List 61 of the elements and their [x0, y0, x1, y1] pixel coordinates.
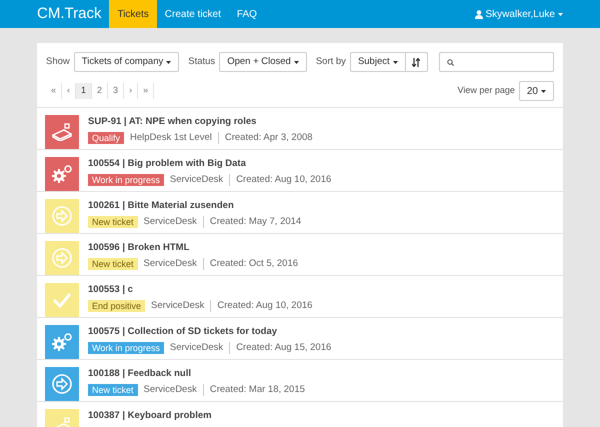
page-link[interactable]: 2	[92, 83, 108, 99]
ticket-title[interactable]: 100261 | Bitte Material zusenden	[88, 200, 302, 212]
per-page-dropdown[interactable]: 20	[518, 81, 554, 101]
gears-icon	[52, 333, 72, 351]
status-badge: Work in progress	[88, 342, 164, 354]
status-badge: New ticket	[88, 384, 138, 396]
created-date: Created: Oct 5, 2016	[208, 258, 298, 270]
created-date: Created: Mar 18, 2015	[208, 384, 305, 396]
search-field[interactable]	[439, 52, 554, 72]
created-date: Created: Apr 3, 2008	[224, 132, 313, 144]
caret-icon	[294, 60, 299, 64]
status-dropdown[interactable]: Open + Closed	[219, 52, 307, 72]
user-icon	[474, 10, 483, 18]
ticket-title[interactable]: 100596 | Broken HTML	[88, 242, 298, 254]
sort-label: Sort by	[316, 54, 346, 69]
page-link[interactable]: ›	[124, 83, 138, 99]
ticket-title[interactable]: 100575 | Collection of SD tickets for today	[88, 326, 332, 338]
ticket-title[interactable]: 100188 | Feedback null	[88, 368, 305, 380]
caret-icon	[541, 90, 546, 92]
created-date: Created: May 7, 2014	[208, 216, 302, 228]
group-name: ServiceDesk	[138, 258, 204, 270]
page-link[interactable]: 1	[76, 83, 92, 99]
gears-icon	[52, 165, 72, 183]
arrow-circle-icon	[52, 248, 72, 268]
group-name: HelpDesk 1st Level	[124, 132, 219, 144]
page-link[interactable]: 3	[108, 83, 124, 99]
checkmark-icon	[53, 292, 71, 308]
ticket-title[interactable]: 100553 | c	[88, 284, 312, 296]
status-badge: End positive	[88, 300, 146, 312]
group-name: ServiceDesk	[164, 342, 230, 354]
sort-arrows-icon	[412, 58, 420, 66]
status-badge: New ticket	[88, 216, 138, 228]
arrow-circle-icon	[52, 374, 72, 394]
status-label: Status	[188, 54, 216, 69]
group-name: ServiceDesk	[164, 174, 230, 186]
group-name: ServiceDesk	[138, 216, 204, 228]
show-dropdown[interactable]: Tickets of company	[74, 52, 180, 72]
ticket-title[interactable]: 100554 | Big problem with Big Data	[88, 158, 332, 170]
arrow-circle-icon	[52, 206, 72, 226]
nav-tab[interactable]: Tickets	[109, 0, 157, 28]
created-date: Created: Aug 10, 2016	[235, 174, 332, 186]
ticket-title[interactable]: 100387 | Keyboard problem	[88, 410, 212, 422]
status-badge: Work in progress	[88, 174, 164, 186]
sort-direction-button[interactable]	[406, 52, 428, 72]
created-date: Created: Aug 15, 2016	[235, 342, 332, 354]
caret-icon	[558, 12, 563, 16]
caret-icon	[166, 60, 172, 64]
box-icon	[52, 123, 72, 141]
per-page-label: View per page	[458, 84, 515, 98]
status-badge: New ticket	[88, 258, 138, 270]
ticket-title[interactable]: SUP-91 | AT: NPE when copying roles	[88, 116, 313, 128]
group-name: ServiceDesk	[145, 300, 212, 312]
page-link[interactable]: »	[138, 83, 154, 99]
created-date: Created: Aug 10, 2016	[216, 300, 312, 312]
status-badge: Qualify	[88, 132, 124, 144]
search-icon	[447, 58, 454, 66]
sort-dropdown[interactable]: Subject	[350, 52, 406, 72]
show-label: Show	[46, 54, 70, 69]
page-link[interactable]: «	[46, 83, 62, 99]
caret-icon	[392, 60, 398, 64]
group-name: ServiceDesk	[138, 384, 204, 396]
